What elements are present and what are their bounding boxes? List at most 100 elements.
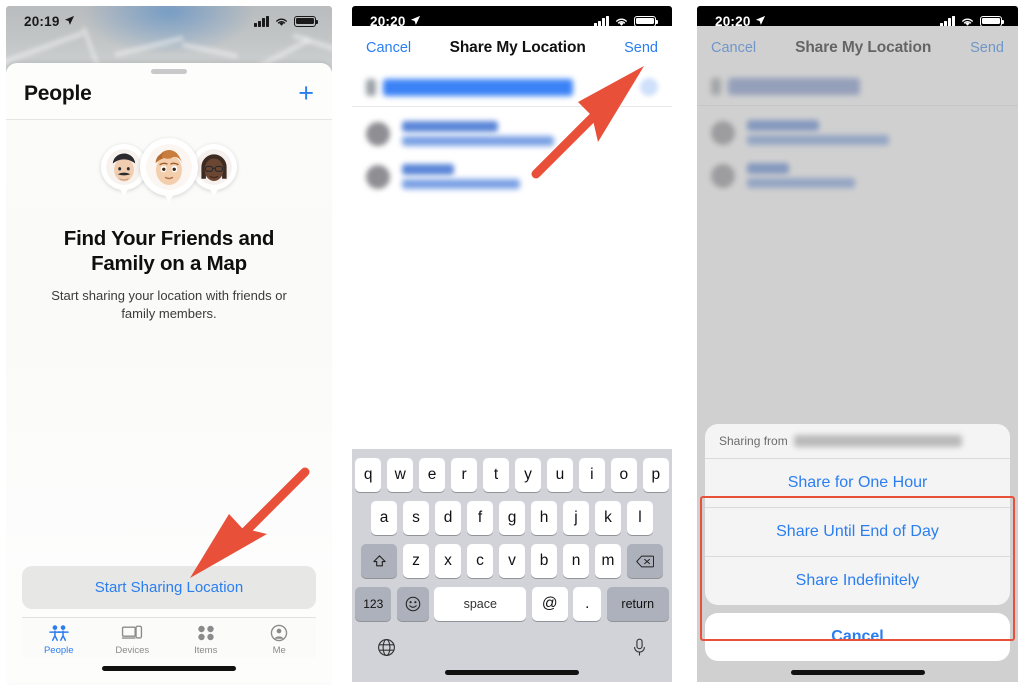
tab-devices[interactable]: Devices bbox=[96, 624, 170, 656]
backspace-key[interactable] bbox=[626, 544, 663, 578]
status-bar-left: 20:19 bbox=[24, 14, 75, 29]
key-y[interactable]: y bbox=[514, 458, 542, 492]
key-n[interactable]: n bbox=[562, 544, 590, 578]
key-v[interactable]: v bbox=[498, 544, 526, 578]
globe-key[interactable] bbox=[377, 638, 396, 662]
globe-icon bbox=[378, 639, 395, 656]
panel-share-duration-sheet: 20:20 Cancel Share My Location bbox=[697, 6, 1018, 692]
contact-text bbox=[402, 121, 554, 146]
location-arrow-icon bbox=[755, 15, 765, 25]
key-x[interactable]: x bbox=[434, 544, 462, 578]
key-a[interactable]: a bbox=[370, 501, 398, 535]
send-button[interactable]: Send bbox=[624, 40, 658, 56]
shift-icon bbox=[373, 554, 386, 566]
list-item[interactable] bbox=[352, 155, 672, 198]
period-key[interactable]: . bbox=[573, 587, 602, 621]
page-title: People bbox=[24, 81, 92, 105]
keyboard-row-4: 123 space @ . return bbox=[355, 587, 669, 621]
contact-name-redacted bbox=[402, 164, 454, 175]
contact-name-redacted bbox=[402, 121, 498, 132]
cellular-signal-icon bbox=[254, 15, 269, 27]
tab-me[interactable]: Me bbox=[243, 624, 317, 656]
cancel-button[interactable]: Cancel bbox=[366, 40, 411, 56]
tab-me-label: Me bbox=[272, 645, 286, 656]
share-indefinitely-option[interactable]: Share Indefinitely bbox=[705, 557, 1010, 605]
key-i[interactable]: i bbox=[578, 458, 606, 492]
key-z[interactable]: z bbox=[402, 544, 430, 578]
compose-screen: Cancel Share My Location Send q w e r t … bbox=[352, 26, 672, 682]
key-j[interactable]: j bbox=[562, 501, 590, 535]
contact-text bbox=[402, 164, 520, 189]
status-time: 20:19 bbox=[24, 13, 60, 29]
status-bar: 20:19 bbox=[6, 6, 332, 36]
at-key[interactable]: @ bbox=[531, 587, 568, 621]
shift-key[interactable] bbox=[361, 544, 398, 578]
wifi-icon bbox=[962, 18, 973, 26]
key-c[interactable]: c bbox=[466, 544, 494, 578]
sharing-from-value-redacted bbox=[793, 435, 962, 447]
key-k[interactable]: k bbox=[594, 501, 622, 535]
return-key[interactable]: return bbox=[606, 587, 669, 621]
key-m[interactable]: m bbox=[594, 544, 622, 578]
contact-detail-redacted bbox=[402, 179, 520, 189]
space-key[interactable]: space bbox=[434, 587, 527, 621]
status-bar-right bbox=[594, 15, 659, 27]
recipient-field[interactable] bbox=[352, 70, 672, 107]
status-bar-right bbox=[254, 15, 319, 27]
people-header: People + bbox=[6, 74, 332, 120]
people-icon bbox=[48, 625, 69, 641]
key-p[interactable]: p bbox=[642, 458, 670, 492]
key-b[interactable]: b bbox=[530, 544, 558, 578]
key-w[interactable]: w bbox=[386, 458, 414, 492]
location-arrow-icon bbox=[410, 15, 420, 25]
key-t[interactable]: t bbox=[482, 458, 510, 492]
wifi-icon bbox=[616, 18, 627, 26]
emoji-icon bbox=[405, 596, 421, 612]
add-contact-icon[interactable] bbox=[640, 78, 658, 96]
avatar bbox=[366, 121, 390, 146]
start-sharing-location-button[interactable]: Start Sharing Location bbox=[22, 566, 316, 609]
microphone-key[interactable] bbox=[632, 638, 647, 662]
list-item[interactable] bbox=[352, 107, 672, 155]
key-l[interactable]: l bbox=[626, 501, 654, 535]
compose-navbar: Cancel Share My Location Send bbox=[352, 26, 672, 70]
panel-share-location-compose: 20:20 Cancel Share My Location Send q w … bbox=[352, 6, 672, 692]
home-indicator bbox=[445, 670, 579, 675]
key-o[interactable]: o bbox=[610, 458, 638, 492]
tab-items-label: Items bbox=[194, 645, 218, 656]
key-s[interactable]: s bbox=[402, 501, 430, 535]
key-r[interactable]: r bbox=[450, 458, 478, 492]
sharing-from-label: Sharing from bbox=[719, 434, 788, 448]
memoji-avatar-center bbox=[140, 138, 198, 202]
numbers-key[interactable]: 123 bbox=[355, 587, 392, 621]
to-label-redacted bbox=[366, 78, 376, 96]
add-person-button[interactable]: + bbox=[298, 80, 314, 107]
battery-icon bbox=[634, 15, 659, 27]
keyboard-row-1: q w e r t y u i o p bbox=[354, 458, 670, 492]
key-h[interactable]: h bbox=[530, 501, 558, 535]
on-screen-keyboard: q w e r t y u i o p a s d f g h j k l z … bbox=[352, 449, 672, 682]
battery-icon bbox=[980, 15, 1005, 27]
people-footer: Start Sharing Location People Devices It… bbox=[6, 566, 332, 683]
action-sheet-cancel-button[interactable]: Cancel bbox=[705, 613, 1010, 661]
share-one-hour-option[interactable]: Share for One Hour bbox=[705, 459, 1010, 508]
key-e[interactable]: e bbox=[418, 458, 446, 492]
action-sheet-header: Sharing from bbox=[705, 424, 1010, 459]
keyboard-row-3: z x c v b n m bbox=[355, 544, 669, 578]
key-f[interactable]: f bbox=[466, 501, 494, 535]
empty-state-subline: Start sharing your location with friends… bbox=[51, 287, 287, 321]
emoji-key[interactable] bbox=[396, 587, 429, 621]
key-u[interactable]: u bbox=[546, 458, 574, 492]
share-until-end-of-day-option[interactable]: Share Until End of Day bbox=[705, 508, 1010, 557]
keyboard-row-2: a s d f g h j k l bbox=[355, 501, 669, 535]
people-sheet: People + Find Your Friends and Family on… bbox=[6, 63, 332, 683]
empty-state: Find Your Friends and Family on a Map St… bbox=[6, 120, 332, 566]
key-d[interactable]: d bbox=[434, 501, 462, 535]
key-q[interactable]: q bbox=[354, 458, 382, 492]
tab-items[interactable]: Items bbox=[169, 624, 243, 656]
devices-icon bbox=[122, 625, 143, 639]
action-sheet-group: Sharing from Share for One Hour Share Un… bbox=[705, 424, 1010, 605]
avatar bbox=[366, 164, 390, 189]
key-g[interactable]: g bbox=[498, 501, 526, 535]
tab-people[interactable]: People bbox=[22, 624, 96, 656]
